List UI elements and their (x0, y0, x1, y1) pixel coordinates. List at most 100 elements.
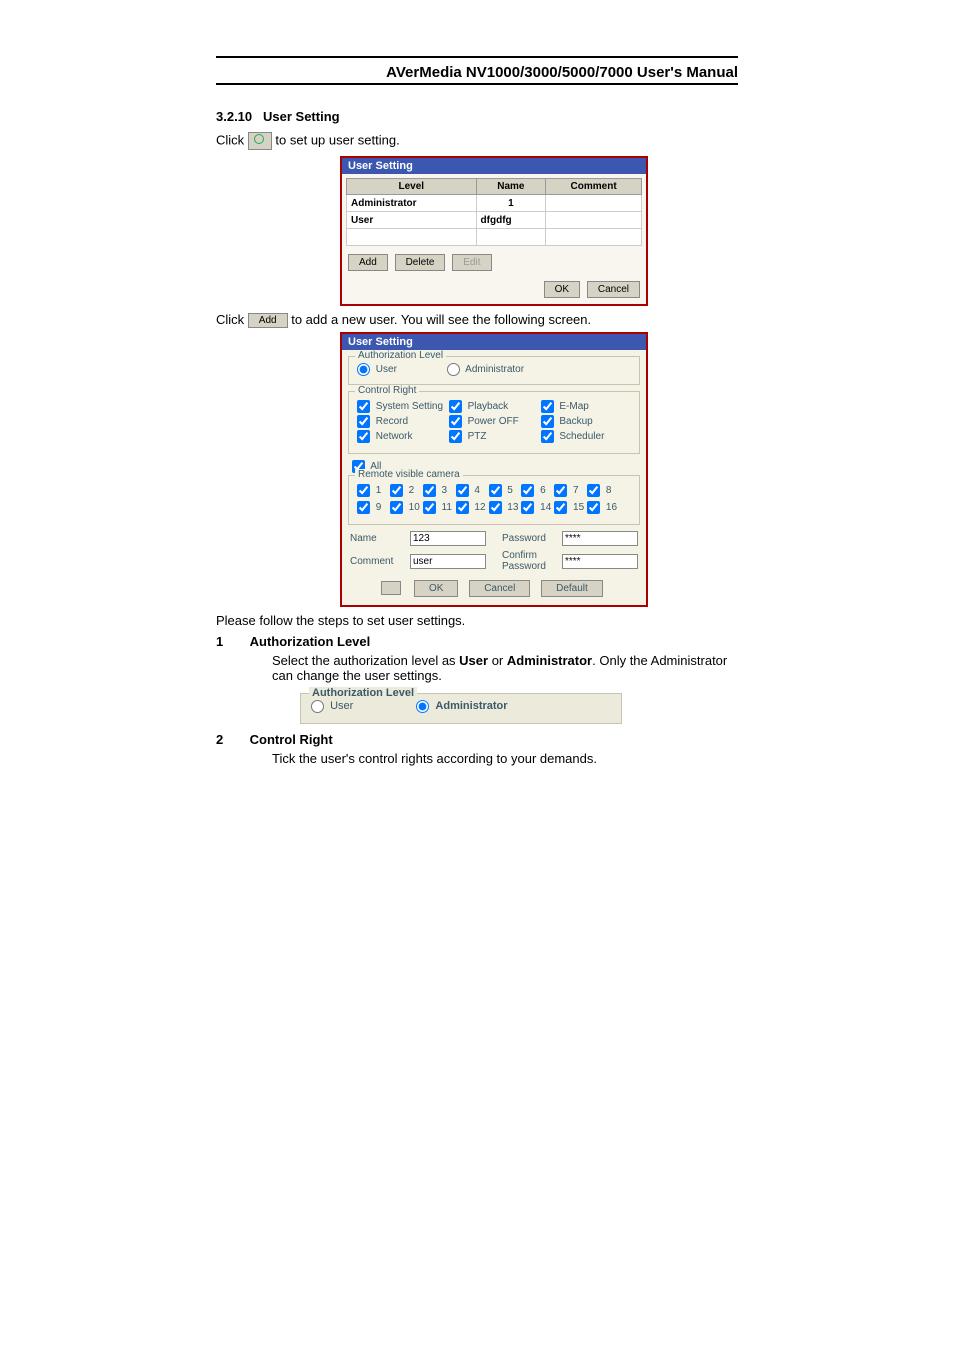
cancel-button[interactable]: Cancel (587, 281, 640, 298)
check-system-setting[interactable]: System Setting (357, 400, 447, 413)
cell-level: User (347, 212, 477, 229)
group-legend: Authorization Level (309, 687, 417, 699)
step-body: Tick the user's control rights according… (272, 751, 742, 766)
label-password: Password (502, 533, 562, 544)
check-cam-7[interactable]: 7 (554, 484, 587, 497)
check-cam-16[interactable]: 16 (587, 501, 620, 514)
user-table: Level Name Comment Administrator 1 User … (346, 178, 642, 246)
instruction-click-icon: Click to set up user setting. (216, 132, 954, 150)
check-cam-15[interactable]: 15 (554, 501, 587, 514)
page-header: AVerMedia NV1000/3000/5000/7000 User's M… (216, 62, 738, 85)
check-backup[interactable]: Backup (541, 415, 631, 428)
dialog-title: User Setting (342, 334, 646, 350)
check-label: Backup (559, 416, 592, 427)
ok-button[interactable]: OK (544, 281, 580, 298)
check-cam-10[interactable]: 10 (390, 501, 423, 514)
check-emap[interactable]: E-Map (541, 400, 631, 413)
col-name[interactable]: Name (476, 179, 546, 195)
check-cam-9[interactable]: 9 (357, 501, 390, 514)
check-label: Playback (468, 401, 509, 412)
check-cam-2[interactable]: 2 (390, 484, 423, 497)
step-title: Authorization Level (250, 634, 371, 649)
col-comment[interactable]: Comment (546, 179, 642, 195)
dialog-title: User Setting (342, 158, 646, 174)
radio-user[interactable]: User (311, 700, 353, 712)
ok-button[interactable]: OK (414, 580, 458, 597)
cell-name: 1 (476, 195, 546, 212)
password-input[interactable] (562, 531, 638, 546)
label-comment: Comment (350, 556, 410, 567)
radio-user[interactable]: User (357, 364, 397, 375)
check-scheduler[interactable]: Scheduler (541, 430, 631, 443)
check-cam-8[interactable]: 8 (587, 484, 620, 497)
group-legend: Authorization Level (355, 350, 446, 361)
check-cam-13[interactable]: 13 (489, 501, 522, 514)
check-cam-12[interactable]: 12 (456, 501, 489, 514)
radio-label: User (376, 364, 397, 375)
check-label: System Setting (376, 401, 443, 412)
section-name: User Setting (263, 109, 340, 124)
group-legend: Control Right (355, 385, 419, 396)
text: Click (216, 132, 248, 147)
check-playback[interactable]: Playback (449, 400, 539, 413)
cell-comment (546, 212, 642, 229)
check-label: Record (376, 416, 408, 427)
add-button[interactable]: Add (348, 254, 388, 271)
delete-button[interactable]: Delete (395, 254, 446, 271)
check-cam-6[interactable]: 6 (521, 484, 554, 497)
check-label: Power OFF (468, 416, 519, 427)
section-number: 3.2.10 (216, 109, 252, 124)
col-level[interactable]: Level (347, 179, 477, 195)
check-ptz[interactable]: PTZ (449, 430, 539, 443)
cell-level: Administrator (347, 195, 477, 212)
group-legend: Remote visible camera (355, 469, 463, 480)
label-confirm-password: Confirm Password (502, 550, 562, 572)
confirm-password-input[interactable] (562, 554, 638, 569)
check-label: Network (376, 431, 413, 442)
check-label: PTZ (468, 431, 487, 442)
text: Click (216, 312, 248, 327)
radio-admin[interactable]: Administrator (447, 364, 524, 375)
remote-visible-camera-group: Remote visible camera 1 2 3 4 5 6 7 8 9 … (348, 475, 640, 525)
step-title: Control Right (250, 732, 333, 747)
cell-name: dfgdfg (476, 212, 546, 229)
check-cam-1[interactable]: 1 (357, 484, 390, 497)
check-label: Scheduler (559, 431, 604, 442)
name-input[interactable] (410, 531, 486, 546)
text: to add a new user. You will see the foll… (291, 312, 591, 327)
label-name: Name (350, 533, 410, 544)
add-button-inline: Add (248, 313, 288, 328)
user-setting-icon (248, 132, 272, 150)
check-label: E-Map (559, 401, 588, 412)
check-cam-4[interactable]: 4 (456, 484, 489, 497)
cell-comment (546, 195, 642, 212)
keyboard-icon[interactable] (381, 581, 401, 595)
cancel-button[interactable]: Cancel (469, 580, 530, 597)
user-setting-add-dialog: User Setting Authorization Level User Ad… (340, 332, 648, 607)
check-record[interactable]: Record (357, 415, 447, 428)
table-row[interactable]: User dfgdfg (347, 212, 642, 229)
authorization-level-group: Authorization Level User Administrator (348, 356, 640, 385)
instruction-follow-steps: Please follow the steps to set user sett… (216, 613, 954, 628)
table-row[interactable]: Administrator 1 (347, 195, 642, 212)
check-cam-11[interactable]: 11 (423, 501, 456, 514)
step-number: 2 (216, 732, 246, 747)
check-cam-5[interactable]: 5 (489, 484, 522, 497)
check-cam-3[interactable]: 3 (423, 484, 456, 497)
check-cam-14[interactable]: 14 (521, 501, 554, 514)
comment-input[interactable] (410, 554, 486, 569)
authorization-level-snippet: Authorization Level User Administrator (300, 693, 622, 724)
instruction-click-add: Click Add to add a new user. You will se… (216, 312, 954, 328)
step-number: 1 (216, 634, 246, 649)
control-right-group: Control Right System Setting Record Netw… (348, 391, 640, 454)
radio-label: Administrator (465, 364, 524, 375)
text: to set up user setting. (275, 132, 399, 147)
edit-button[interactable]: Edit (452, 254, 491, 271)
section-heading: 3.2.10 User Setting (216, 109, 954, 124)
step-body: Select the authorization level as User o… (272, 653, 742, 683)
user-setting-dialog: User Setting Level Name Comment Administ… (340, 156, 648, 306)
default-button[interactable]: Default (541, 580, 603, 597)
check-network[interactable]: Network (357, 430, 447, 443)
radio-admin[interactable]: Administrator (416, 700, 507, 712)
check-power-off[interactable]: Power OFF (449, 415, 539, 428)
